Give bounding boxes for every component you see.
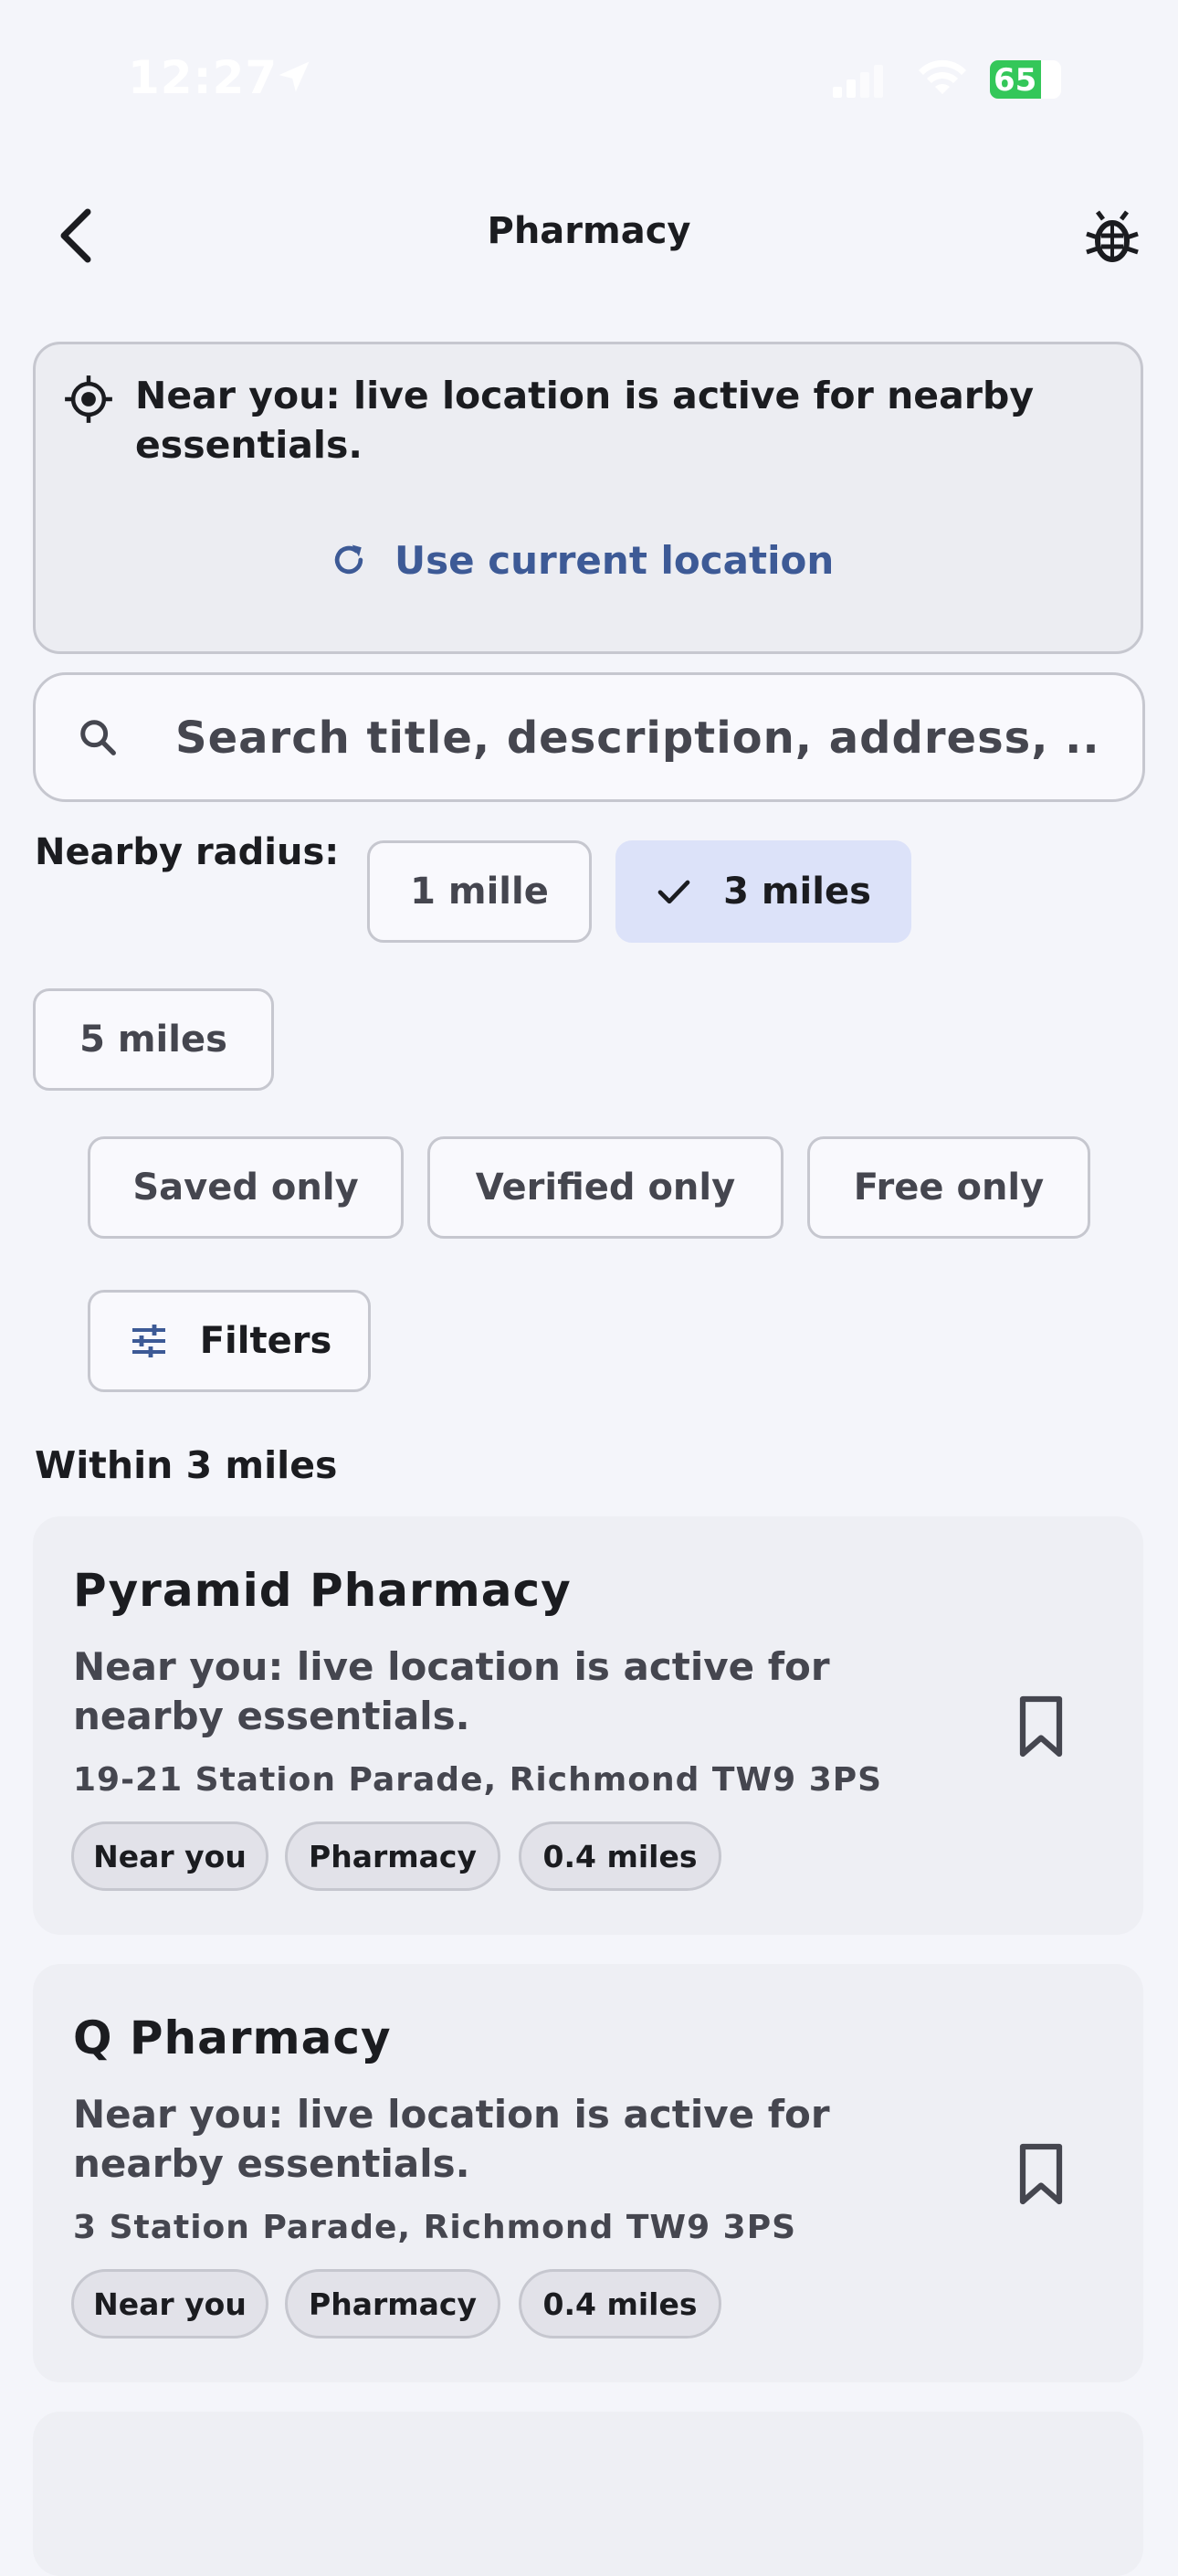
tag-near-you: Near you bbox=[71, 2269, 268, 2338]
tag-distance: 0.4 miles bbox=[519, 1821, 721, 1891]
radius-1-mile-label: 1 mille bbox=[410, 871, 549, 913]
check-icon bbox=[657, 880, 690, 904]
tag-label: Near you bbox=[93, 1838, 247, 1874]
radius-3-miles-chip[interactable]: 3 miles bbox=[615, 840, 911, 943]
tag-label: Pharmacy bbox=[309, 2286, 477, 2322]
battery-icon: 65 bbox=[990, 60, 1065, 99]
search-placeholder: Search title, description, address, ... bbox=[175, 713, 1098, 764]
result-title: Pyramid Pharmacy bbox=[73, 1564, 572, 1617]
tag-label: 0.4 miles bbox=[542, 1838, 698, 1874]
bookmark-icon[interactable] bbox=[1014, 1694, 1068, 1759]
location-message: Near you: live location is active for ne… bbox=[135, 374, 1035, 467]
free-only-label: Free only bbox=[853, 1167, 1045, 1209]
radius-1-mile-chip[interactable]: 1 mille bbox=[367, 840, 592, 943]
result-description: Near you: live location is active for ne… bbox=[73, 1644, 830, 1738]
tag-category: Pharmacy bbox=[285, 1821, 500, 1891]
result-address: 19-21 Station Parade, Richmond TW9 3PS bbox=[73, 1761, 883, 1799]
verified-only-chip[interactable]: Verified only bbox=[427, 1136, 784, 1239]
radius-5-miles-chip[interactable]: 5 miles bbox=[33, 988, 274, 1091]
radius-3-miles-label: 3 miles bbox=[723, 871, 871, 913]
search-icon bbox=[80, 720, 116, 755]
saved-only-chip[interactable]: Saved only bbox=[88, 1136, 404, 1239]
battery-level: 65 bbox=[994, 62, 1037, 99]
result-address: 3 Station Parade, Richmond TW9 3PS bbox=[73, 2209, 797, 2246]
section-title: Within 3 miles bbox=[35, 1443, 338, 1487]
result-card[interactable] bbox=[33, 2412, 1143, 2576]
tag-label: 0.4 miles bbox=[542, 2286, 698, 2322]
my-location-icon bbox=[65, 375, 112, 423]
use-current-location-label: Use current location bbox=[394, 537, 835, 583]
tag-label: Near you bbox=[93, 2286, 247, 2322]
bug-icon[interactable] bbox=[1083, 208, 1141, 267]
status-time: 12:27 bbox=[128, 51, 279, 104]
location-arrow-icon bbox=[279, 61, 310, 92]
saved-only-label: Saved only bbox=[132, 1167, 359, 1209]
radius-5-miles-label: 5 miles bbox=[79, 1019, 227, 1061]
result-description: Near you: live location is active for ne… bbox=[73, 2092, 830, 2186]
signal-icon bbox=[833, 65, 883, 98]
verified-only-label: Verified only bbox=[475, 1167, 736, 1209]
bookmark-icon[interactable] bbox=[1014, 2141, 1068, 2207]
tag-distance: 0.4 miles bbox=[519, 2269, 721, 2338]
filters-button[interactable]: Filters bbox=[88, 1290, 371, 1392]
free-only-chip[interactable]: Free only bbox=[807, 1136, 1090, 1239]
radius-label: Nearby radius: bbox=[35, 831, 340, 873]
page-title: Pharmacy bbox=[487, 210, 691, 252]
refresh-icon bbox=[334, 544, 363, 575]
filters-label: Filters bbox=[199, 1320, 332, 1362]
tag-near-you: Near you bbox=[71, 1821, 268, 1891]
wifi-icon bbox=[919, 59, 966, 94]
tag-label: Pharmacy bbox=[309, 1838, 477, 1874]
tune-icon bbox=[131, 1325, 165, 1357]
use-current-location-button[interactable]: Use current location bbox=[329, 526, 858, 594]
result-title: Q Pharmacy bbox=[73, 2011, 392, 2064]
tag-category: Pharmacy bbox=[285, 2269, 500, 2338]
